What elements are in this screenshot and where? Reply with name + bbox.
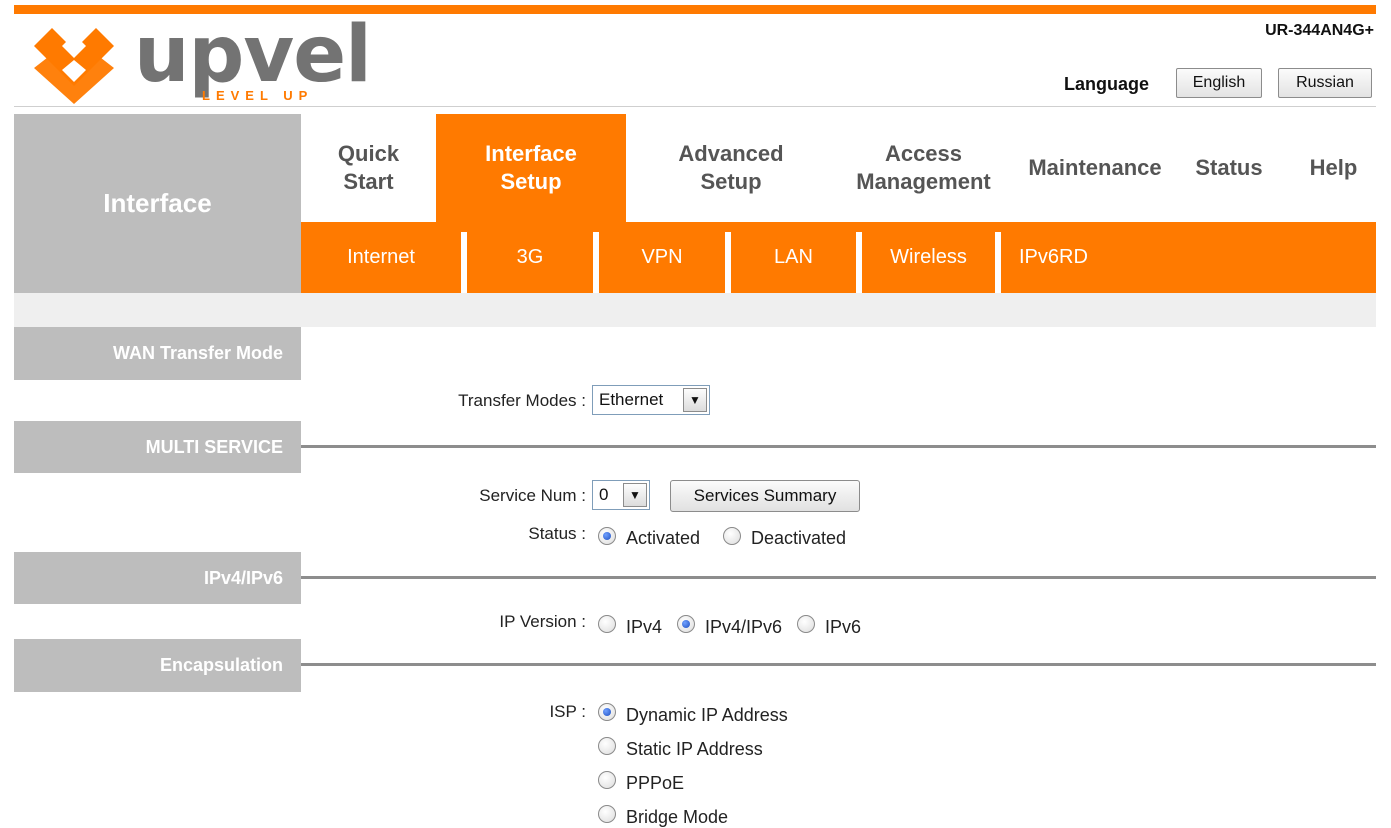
multi-service-section-title: MULTI SERVICE [14, 421, 301, 473]
status-activated-radio[interactable] [598, 527, 616, 545]
model-name: UR-344AN4G+ [1265, 22, 1374, 39]
services-summary-button[interactable]: Services Summary [670, 480, 860, 512]
isp-static-label: Static IP Address [626, 739, 763, 759]
chevron-down-icon[interactable]: ▼ [683, 388, 707, 412]
encapsulation-section-title: Encapsulation [14, 639, 301, 692]
upvel-logo-icon [34, 28, 114, 104]
service-num-value: 0 [599, 485, 609, 504]
status-label: Status : [528, 524, 586, 543]
spacer-band [14, 293, 1376, 327]
isp-static-radio[interactable] [598, 737, 616, 755]
left-edge [0, 14, 14, 825]
subnav-lan[interactable]: LAN [731, 222, 856, 293]
nav-status[interactable]: Status [1179, 114, 1279, 222]
russian-button[interactable]: Russian [1278, 68, 1372, 98]
logo-tagline: LEVEL UP [202, 88, 314, 103]
nav-help[interactable]: Help [1291, 114, 1376, 222]
isp-pppoe-label: PPPoE [626, 773, 685, 793]
transfer-modes-select[interactable]: Ethernet ▼ [592, 385, 710, 415]
language-label: Language [1064, 74, 1150, 94]
service-num-label: Service Num : [479, 486, 586, 505]
logo-wordmark: upvel [134, 10, 372, 100]
status-activated-label: Activated [626, 528, 701, 548]
ip-ipv4-radio[interactable] [598, 615, 616, 633]
section-divider [301, 663, 1376, 666]
nav-advanced-setup[interactable]: Advanced Setup [626, 114, 836, 222]
ip-ipv4-ipv6-label: IPv4/IPv6 [705, 617, 783, 637]
status-deactivated-radio[interactable] [723, 527, 741, 545]
subnav-vpn[interactable]: VPN [599, 222, 725, 293]
ip-ipv4-label: IPv4 [626, 617, 663, 637]
isp-dynamic-label: Dynamic IP Address [626, 705, 788, 725]
section-title: Interface [14, 114, 301, 293]
section-divider [301, 445, 1376, 448]
isp-pppoe-radio[interactable] [598, 771, 616, 789]
service-num-select[interactable]: 0 ▼ [592, 480, 650, 510]
isp-bridge-radio[interactable] [598, 805, 616, 823]
subnav-3g[interactable]: 3G [467, 222, 593, 293]
transfer-modes-value: Ethernet [599, 390, 664, 409]
ip-version-label: IP Version : [499, 612, 586, 631]
ip-ipv6-radio[interactable] [797, 615, 815, 633]
isp-label: ISP : [549, 702, 586, 721]
subnav-internet[interactable]: Internet [301, 222, 461, 293]
nav-quick-start[interactable]: Quick Start [301, 114, 436, 222]
isp-dynamic-radio[interactable] [598, 703, 616, 721]
nav-maintenance[interactable]: Maintenance [1011, 114, 1179, 222]
ip-ipv4-ipv6-radio[interactable] [677, 615, 695, 633]
sub-nav: Internet 3G VPN LAN Wireless IPv6RD [301, 222, 1376, 293]
status-deactivated-label: Deactivated [751, 528, 847, 548]
chevron-down-icon[interactable]: ▼ [623, 483, 647, 507]
header: upvel LEVEL UP UR-344AN4G+ Language Engl… [14, 10, 1376, 107]
nav-interface-setup[interactable]: Interface Setup [436, 114, 626, 222]
ip-section-title: IPv4/IPv6 [14, 552, 301, 604]
nav-access-management[interactable]: Access Management [836, 114, 1011, 222]
subnav-wireless[interactable]: Wireless [862, 222, 995, 293]
upvel-logo: upvel LEVEL UP [24, 10, 372, 106]
section-divider [301, 576, 1376, 579]
transfer-modes-label: Transfer Modes : [458, 391, 586, 410]
ip-ipv6-label: IPv6 [825, 617, 862, 637]
wan-section-title: WAN Transfer Mode [14, 327, 301, 380]
subnav-ipv6rd[interactable]: IPv6RD [1001, 222, 1157, 293]
english-button[interactable]: English [1176, 68, 1262, 98]
main-nav: Quick Start Interface Setup Advanced Set… [301, 114, 1376, 222]
